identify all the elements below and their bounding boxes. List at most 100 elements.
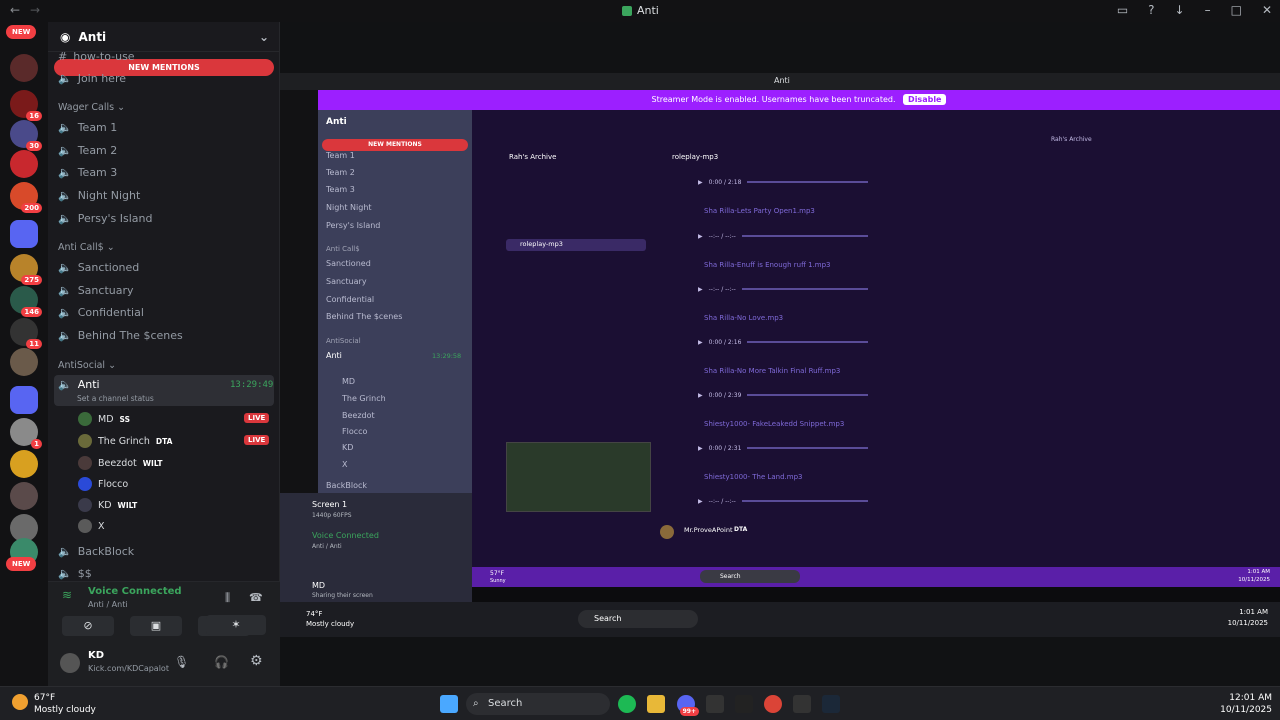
inner-category: AntiSocial [326,337,361,345]
microphone-icon[interactable]: 🎙 [174,655,189,669]
disable-button[interactable]: Disable [903,94,947,105]
app-icon[interactable] [793,695,811,713]
chrome-icon[interactable] [764,695,782,713]
channel-backblock[interactable]: 🔈 BackBlock [58,545,134,558]
inner-channel: Night Night [326,203,372,212]
start-button[interactable] [440,695,458,713]
epic-games-icon[interactable] [735,695,753,713]
avatar [78,456,92,470]
voice-user[interactable]: KD WILT [78,498,137,512]
server-icon[interactable]: 16 [10,90,42,121]
channel-team-1[interactable]: 🔈 Team 1 [58,121,117,134]
new-pill-top[interactable]: NEW [6,25,37,39]
spotify-icon[interactable] [618,695,636,713]
close-button[interactable]: ✕ [1262,3,1272,17]
audio-player: ▶ 0:00 / 2:39 [698,389,868,401]
soundboard-button[interactable]: ✶ [206,615,266,635]
audio-player: ▶ --:-- / --:-- [698,495,868,507]
server-header[interactable]: ◉ Anti ⌄ [48,22,279,52]
title-bar: ← → Anti ▭ ? ↓ – □ ✕ [0,0,1280,22]
speaker-icon: 🔈 [58,567,72,580]
voice-title[interactable]: Voice Connected [88,586,182,597]
avatar [78,477,92,491]
voice-user[interactable]: The Grinch DTA [78,434,172,448]
search-icon: ⌕ [473,698,479,709]
speaker-icon: 🔈 [58,72,72,85]
channel-night-night[interactable]: 🔈 Night Night [58,189,140,202]
server-icon[interactable] [10,54,38,82]
inner-category: Anti Call$ [326,245,360,253]
voice-user[interactable]: X [78,519,105,533]
speaker-icon [622,5,632,16]
channel-status[interactable]: Set a channel status [77,394,154,403]
audio-file-name: Shiesty1000- FakeLeakedd Snippet.mp3 [704,420,845,428]
channel-dollars[interactable]: 🔈 $$ [58,567,92,580]
download-icon[interactable]: ↓ [1175,3,1185,17]
speaker-icon: 🔈 [58,306,72,319]
folder-icon[interactable] [10,386,38,414]
channel-team-2[interactable]: 🔈 Team 2 [58,144,117,157]
play-icon: ▶ [698,178,703,186]
noise-icon[interactable]: ⫼ [225,591,230,605]
system-tray[interactable]: 12:01 AM 10/11/2025 [1220,692,1272,716]
channel-persys-island[interactable]: 🔈 Persy's Island [58,212,152,225]
app-icon[interactable] [706,695,724,713]
headphones-icon[interactable]: 🎧 [214,655,229,669]
server-icon[interactable]: 30 [10,120,42,151]
speaker-icon: 🔈 [58,212,72,225]
file-explorer-icon[interactable] [647,695,665,713]
inner-channel: Team 1 [326,151,355,160]
channel-join-here[interactable]: 🔈 Join here [58,72,126,85]
inner-mentions: NEW MENTIONS [322,139,468,151]
category-wager-calls[interactable]: Wager Calls ⌄ [58,102,125,113]
inbox-icon[interactable]: ▭ [1117,3,1128,17]
category-antisocial[interactable]: AntiSocial ⌄ [58,360,116,371]
speaker-icon: 🔈 [58,261,72,274]
title-controls: ▭ ? ↓ – □ ✕ [1117,3,1272,17]
avatar[interactable] [60,653,80,673]
taskbar-search[interactable]: ⌕ Search [466,693,610,715]
server-icon[interactable] [10,150,38,178]
disconnect-icon[interactable]: ☎ [249,591,263,604]
channel-how-to-use[interactable]: # how-to-use [58,50,135,63]
stream-view[interactable]: Anti Streamer Mode is enabled. Usernames… [280,73,1280,637]
channel-team-3[interactable]: 🔈 Team 3 [58,166,117,179]
server-icon[interactable]: 11 [10,318,42,349]
voice-sub[interactable]: Anti / Anti [88,600,128,609]
forward-arrow-icon[interactable]: → [30,3,40,17]
inner-user: Flocco [342,427,368,436]
back-arrow-icon[interactable]: ← [10,3,20,17]
screen-share-button[interactable]: ▣ [130,616,182,636]
new-pill-bottom[interactable]: NEW [6,557,37,571]
speaker-icon: 🔈 [58,189,72,202]
audio-player: ▶ --:-- / --:-- [698,230,868,242]
avatar [78,519,92,533]
voice-user[interactable]: Beezdot WILT [78,456,162,470]
server-icon[interactable]: 275 [10,254,42,285]
server-icon[interactable]: 146 [10,286,42,317]
voice-timer: 13:29:49 [230,380,274,390]
steam-icon[interactable] [822,695,840,713]
discord-icon[interactable]: 99+ [677,695,699,716]
server-icon[interactable]: 200 [10,182,42,213]
maximize-button[interactable]: □ [1231,3,1242,17]
category-anti-calls[interactable]: Anti Call$ ⌄ [58,242,115,253]
gear-icon[interactable]: ⚙ [250,653,263,669]
voice-user[interactable]: Flocco [78,477,128,491]
folder-icon[interactable] [10,220,38,248]
server-icon[interactable]: 1 [10,418,42,449]
voice-user[interactable]: MD SS [78,412,130,426]
channel-sanctuary[interactable]: 🔈 Sanctuary [58,284,134,297]
server-icon[interactable] [10,482,38,510]
channel-behind-the-scenes[interactable]: 🔈 Behind The $cenes [58,329,183,342]
server-icon[interactable] [10,450,38,478]
channel-anti[interactable]: 🔈 Anti [58,378,100,391]
minimize-button[interactable]: – [1205,3,1211,17]
camera-off-button[interactable]: ⊘ [62,616,114,636]
channel-confidential[interactable]: 🔈 Confidential [58,306,144,319]
avatar [78,434,92,448]
server-icon[interactable] [10,348,38,376]
help-icon[interactable]: ? [1148,3,1154,17]
channel-sanctioned[interactable]: 🔈 Sanctioned [58,261,139,274]
weather-widget[interactable]: 67°F Mostly cloudy [12,692,96,716]
